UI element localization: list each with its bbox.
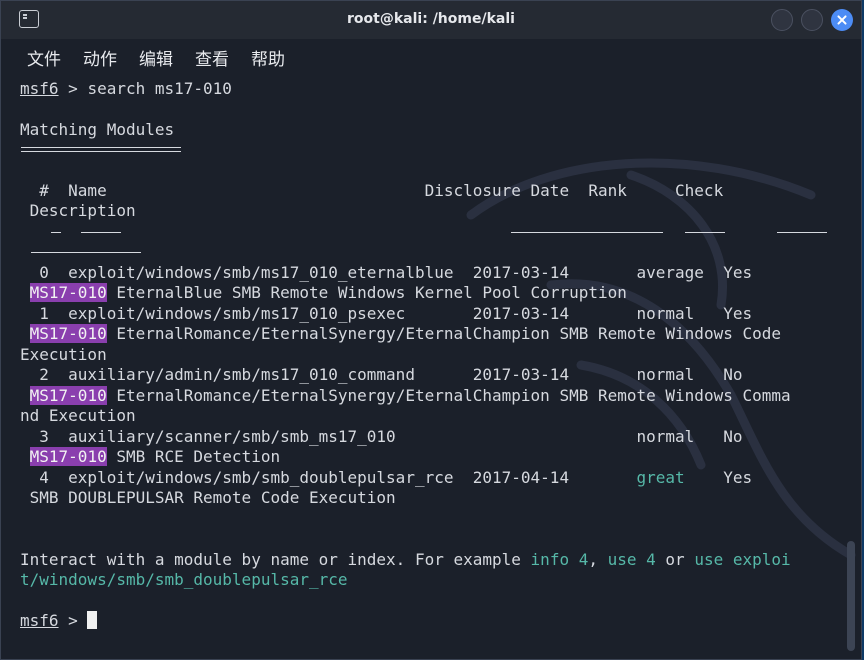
table-row-description: MS17-010 EternalBlue SMB Remote Windows … <box>29 283 627 302</box>
table-row-description: MS17-010 EternalRomance/EternalSynergy/E… <box>29 324 781 343</box>
terminal-output[interactable]: msf6 > search ms17-010 Matching Modules … <box>1 75 861 659</box>
menu-actions[interactable]: 动作 <box>83 45 117 70</box>
minimize-button[interactable] <box>771 9 793 31</box>
prompt-name: msf6 <box>20 611 59 630</box>
scrollbar-thumb[interactable] <box>847 541 855 651</box>
table-row: 0 exploit/windows/smb/ms17_010_eternalbl… <box>20 263 753 282</box>
kali-dragon-watermark <box>466 158 856 560</box>
section-heading: Matching Modules <box>20 120 175 139</box>
menu-view[interactable]: 查看 <box>195 45 229 70</box>
rank-great: great <box>636 468 685 487</box>
search-match-highlight: MS17-010 <box>29 324 107 343</box>
menu-help[interactable]: 帮助 <box>251 45 285 70</box>
table-row: 4 exploit/windows/smb/smb_doublepulsar_r… <box>20 468 753 487</box>
prompt-line-1: msf6 > search ms17-010 <box>20 79 232 99</box>
table-row: 2 auxiliary/admin/smb/ms17_010_command 2… <box>20 365 743 384</box>
table-row-description: MS17-010 EternalRomance/EternalSynergy/E… <box>29 386 791 405</box>
terminal-window: root@kali: /home/kali 文件 动作 编辑 查看 帮助 msf… <box>0 0 862 660</box>
title-bar[interactable]: root@kali: /home/kali <box>1 1 861 39</box>
col-rule-date <box>511 232 663 233</box>
col-rule-name <box>81 232 121 233</box>
command-text: search ms17-010 <box>87 79 232 98</box>
col-rule-check <box>777 232 827 233</box>
interact-hint-wrap: t/windows/smb/smb_doublepulsar_rce <box>20 570 348 589</box>
table-row-description-wrap: Execution <box>20 345 107 364</box>
text-cursor <box>87 611 98 629</box>
search-match-highlight: MS17-010 <box>29 386 107 405</box>
close-button[interactable] <box>831 9 853 31</box>
maximize-button[interactable] <box>801 9 823 31</box>
heading-underline <box>21 147 181 148</box>
menu-bar: 文件 动作 编辑 查看 帮助 <box>1 39 861 75</box>
heading-underline-2 <box>21 151 181 152</box>
prompt-line-2[interactable]: msf6 > <box>20 611 98 631</box>
col-rule-index <box>51 232 61 233</box>
prompt-separator: > <box>58 611 88 630</box>
table-row-description: MS17-010 SMB RCE Detection <box>29 447 281 466</box>
prompt-separator: > <box>58 79 88 98</box>
hint-command-use-index: use 4 <box>607 550 656 569</box>
table-header-description: Description <box>20 201 136 220</box>
table-row: 3 auxiliary/scanner/smb/smb_ms17_010 nor… <box>20 427 743 446</box>
hint-command-use-name: use exploi <box>694 550 791 569</box>
hint-command-info: info 4 <box>530 550 589 569</box>
window-title: root@kali: /home/kali <box>347 11 515 27</box>
interact-hint: Interact with a module by name or index.… <box>20 550 791 569</box>
menu-file[interactable]: 文件 <box>27 45 61 70</box>
table-row: 1 exploit/windows/smb/ms17_010_psexec 20… <box>20 304 753 323</box>
search-match-highlight: MS17-010 <box>29 283 107 302</box>
menu-edit[interactable]: 编辑 <box>139 45 173 70</box>
search-match-highlight: MS17-010 <box>29 447 107 466</box>
prompt-name: msf6 <box>20 79 59 98</box>
table-header: # Name Disclosure Date Rank Check <box>20 181 724 200</box>
table-row-description: SMB DOUBLEPULSAR Remote Code Execution <box>20 488 396 507</box>
col-rule-description <box>31 252 141 253</box>
col-rule-rank <box>685 232 725 233</box>
table-row-description-wrap: nd Execution <box>20 406 136 425</box>
